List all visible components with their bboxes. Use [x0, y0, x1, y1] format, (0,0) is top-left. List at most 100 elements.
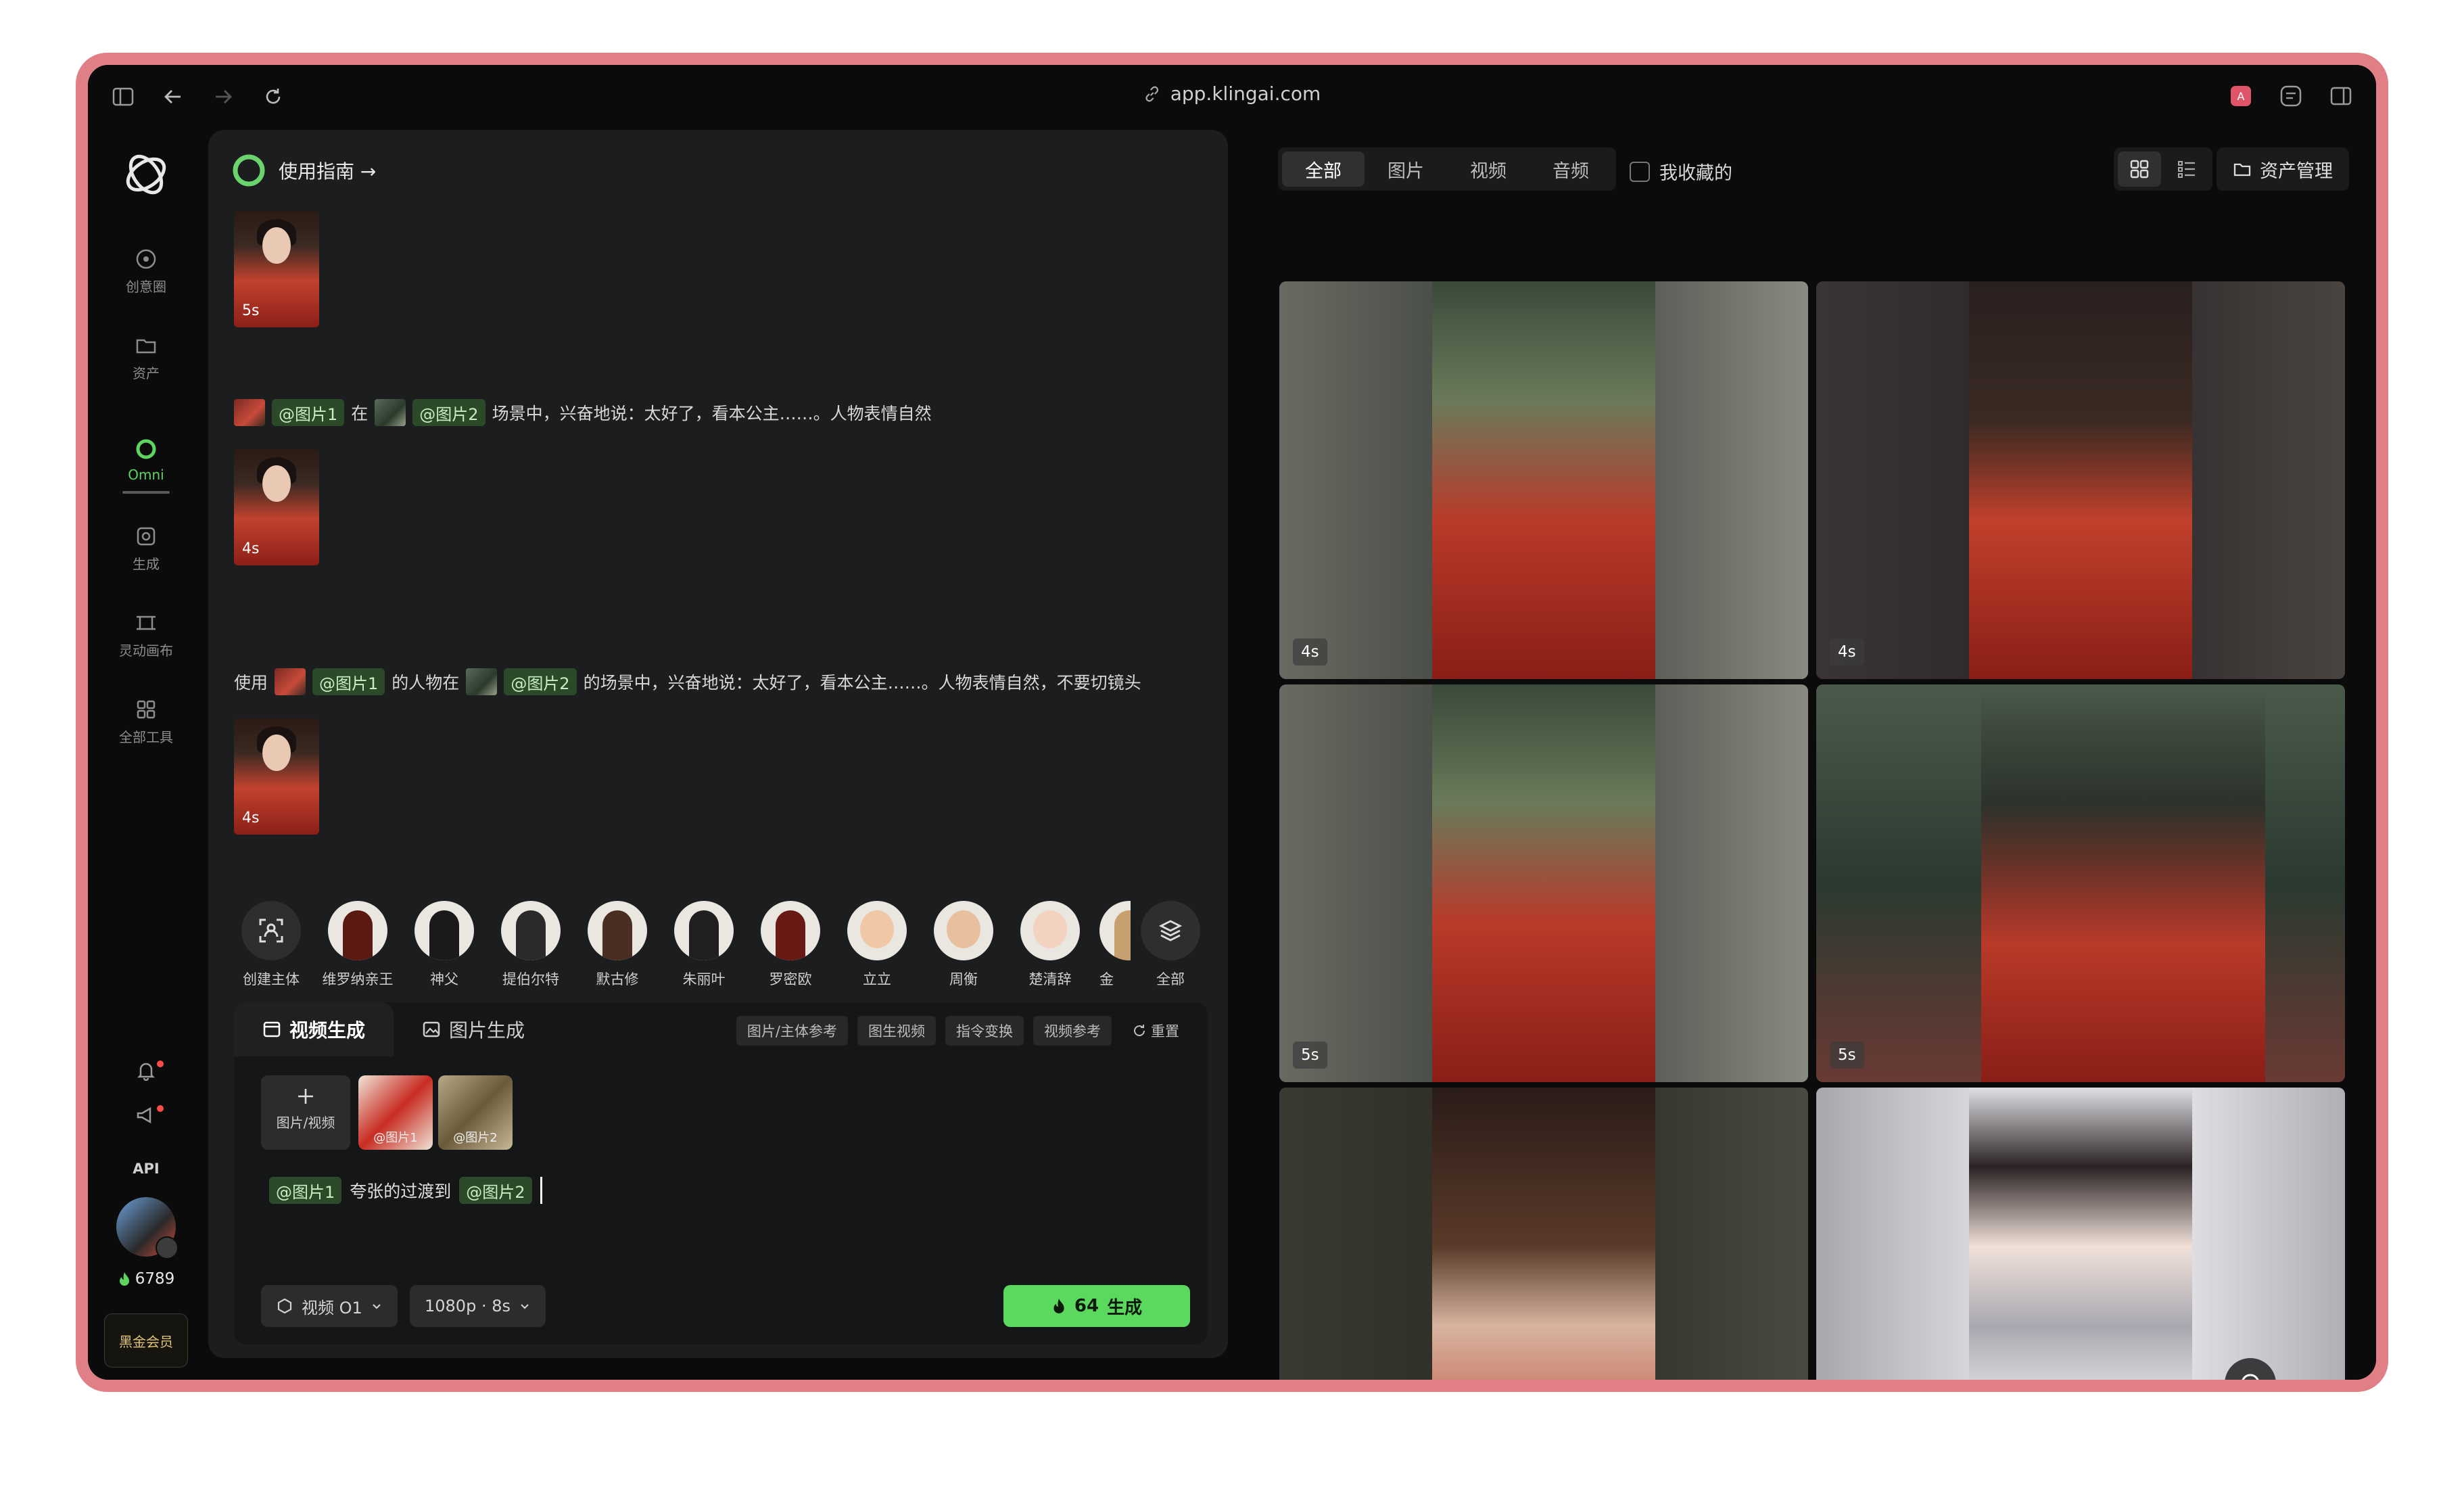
rail-item-community[interactable]: 创意圈 — [88, 248, 204, 296]
filter-all[interactable]: 全部 — [1282, 151, 1365, 187]
guide-link[interactable]: 使用指南 → — [231, 153, 376, 188]
headset-icon — [2242, 1374, 2259, 1380]
grid-icon — [2130, 160, 2149, 179]
message-video-thumb[interactable]: 5s — [234, 211, 319, 327]
subject-avatar[interactable]: 立立 — [840, 901, 914, 989]
prompt-input[interactable]: @图片1 夸张的过渡到 @图片2 — [269, 1177, 542, 1204]
duration-badge: 4s — [1830, 638, 1864, 666]
notification-button[interactable] — [88, 1059, 204, 1088]
chat-panel: 使用指南 → 5s @图片1 在 @图片2 场景中，兴奋地说：太好了，看本公主…… — [208, 130, 1228, 1358]
subject-avatar[interactable]: 默古修 — [580, 901, 655, 989]
gallery-card[interactable]: 5s — [1816, 684, 2345, 1082]
model-select[interactable]: 视频 O1 — [261, 1285, 398, 1327]
tab-video-generation[interactable]: 视频生成 — [234, 1002, 394, 1056]
tool-image-to-video[interactable]: 图生视频 — [857, 1016, 936, 1046]
generate-button[interactable]: 64 生成 — [1003, 1285, 1190, 1327]
mention-chip[interactable]: @图片1 — [312, 668, 385, 695]
megaphone-icon — [137, 1106, 151, 1124]
rail-item-omni[interactable]: Omni — [88, 437, 204, 494]
message-video-thumb[interactable]: 4s — [234, 718, 319, 835]
filter-tabs: 全部 图片 视频 音频 — [1278, 147, 1616, 191]
subject-avatar[interactable]: 朱丽叶 — [667, 901, 741, 989]
switch-account-icon[interactable] — [156, 1236, 179, 1259]
forward-icon[interactable] — [208, 82, 238, 112]
announcement-dot — [157, 1105, 164, 1112]
create-subject-button[interactable]: 创建主体 — [234, 901, 308, 989]
mention-chip[interactable]: @图片2 — [459, 1177, 532, 1204]
rail-label: 灵动画布 — [119, 643, 173, 659]
grid-view-button[interactable] — [2118, 151, 2161, 187]
subject-avatar[interactable]: 周衡 — [926, 901, 1001, 989]
flame-icon — [1053, 1299, 1064, 1313]
subject-avatar[interactable]: 神父 — [407, 901, 481, 989]
rail-item-assets[interactable]: 资产 — [88, 334, 204, 382]
mention-chip[interactable]: @图片2 — [412, 399, 485, 426]
duration-badge: 5s — [1830, 1042, 1864, 1069]
gallery-panel: 全部 图片 视频 音频 我收藏的 资产管理 4s 4s 5s 5s — [1251, 129, 2376, 1380]
upload-button[interactable]: 图片/视频 — [261, 1075, 350, 1150]
translate-extension-icon[interactable]: A — [2226, 81, 2256, 111]
duration-badge: 5s — [1293, 1042, 1327, 1069]
ref-thumb — [275, 668, 306, 695]
filter-images[interactable]: 图片 — [1365, 151, 1447, 187]
address-bar[interactable]: app.klingai.com — [1143, 83, 1321, 105]
text-caret — [540, 1177, 542, 1204]
bell-icon — [137, 1063, 156, 1081]
tab-image-generation[interactable]: 图片生成 — [394, 1002, 553, 1056]
rail-item-all-tools[interactable]: 全部工具 — [88, 698, 204, 746]
cube-icon — [277, 1298, 292, 1314]
reference-image[interactable]: @图片1 — [358, 1075, 433, 1150]
checkbox-box[interactable] — [1630, 161, 1650, 182]
rail-item-generate[interactable]: 生成 — [88, 525, 204, 573]
window-frame: app.klingai.com A 创意圈 资产 Omni 生成 灵动画布 全部… — [76, 53, 2388, 1392]
back-icon[interactable] — [158, 82, 188, 112]
tool-instruction-transform[interactable]: 指令变换 — [945, 1016, 1024, 1046]
reference-image[interactable]: @图片2 — [438, 1075, 513, 1150]
filter-videos[interactable]: 视频 — [1447, 151, 1530, 187]
asset-management-button[interactable]: 资产管理 — [2217, 147, 2349, 191]
chevron-down-icon — [373, 1304, 381, 1309]
subject-avatar[interactable]: 金 — [1099, 901, 1131, 989]
subject-avatar[interactable]: 楚清辞 — [1013, 901, 1087, 989]
gallery-card[interactable]: 5s — [1279, 684, 1808, 1082]
sidebar-toggle-icon[interactable] — [108, 82, 138, 112]
announcement-button[interactable] — [88, 1104, 204, 1132]
all-subjects-button[interactable]: 全部 — [1133, 901, 1208, 989]
credits-balance[interactable]: 6789 — [88, 1270, 204, 1288]
list-view-button[interactable] — [2165, 151, 2208, 187]
gallery-card[interactable] — [1816, 1088, 2345, 1380]
tool-subject-reference[interactable]: 图片/主体参考 — [736, 1016, 848, 1046]
message-video-thumb[interactable]: 4s — [234, 449, 319, 565]
api-link[interactable]: API — [88, 1161, 204, 1177]
avatar[interactable] — [116, 1197, 179, 1259]
favorites-checkbox[interactable]: 我收藏的 — [1630, 158, 1732, 185]
folder-icon — [2233, 163, 2251, 177]
subject-avatar[interactable]: 维罗纳亲王 — [321, 901, 395, 989]
subject-avatar[interactable]: 罗密欧 — [753, 901, 828, 989]
split-view-icon[interactable] — [2326, 81, 2356, 111]
add-subject-icon — [259, 918, 283, 943]
omni-ring-icon — [136, 439, 156, 459]
kling-logo-icon[interactable] — [120, 149, 172, 200]
mention-chip[interactable]: @图片2 — [504, 668, 577, 695]
layers-icon — [1158, 920, 1183, 941]
subject-avatar[interactable]: 提伯尔特 — [494, 901, 568, 989]
reload-icon[interactable] — [258, 82, 288, 112]
generate-icon — [137, 527, 156, 546]
gallery-card[interactable]: 4s — [1816, 281, 2345, 679]
mention-chip[interactable]: @图片1 — [269, 1177, 342, 1204]
quality-select[interactable]: 1080p · 8s — [410, 1285, 546, 1327]
vip-button[interactable]: 黑金会员 — [104, 1313, 188, 1368]
rail-item-canvas[interactable]: 灵动画布 — [88, 611, 204, 659]
reset-button[interactable]: 重置 — [1121, 1016, 1190, 1046]
gallery-card[interactable]: 4s — [1279, 281, 1808, 679]
filter-audio[interactable]: 音频 — [1530, 151, 1612, 187]
rail-label: Omni — [128, 467, 164, 483]
rail-label: 全部工具 — [119, 729, 173, 745]
reader-icon[interactable] — [2276, 81, 2306, 111]
tool-video-reference[interactable]: 视频参考 — [1033, 1016, 1112, 1046]
gallery-card[interactable] — [1279, 1088, 1808, 1380]
mention-chip[interactable]: @图片1 — [272, 399, 345, 426]
chevron-down-icon — [521, 1304, 529, 1309]
composer: 视频生成 图片生成 图片/主体参考 图生视频 指令变换 视频参考 重置 图片/视… — [234, 1002, 1208, 1345]
